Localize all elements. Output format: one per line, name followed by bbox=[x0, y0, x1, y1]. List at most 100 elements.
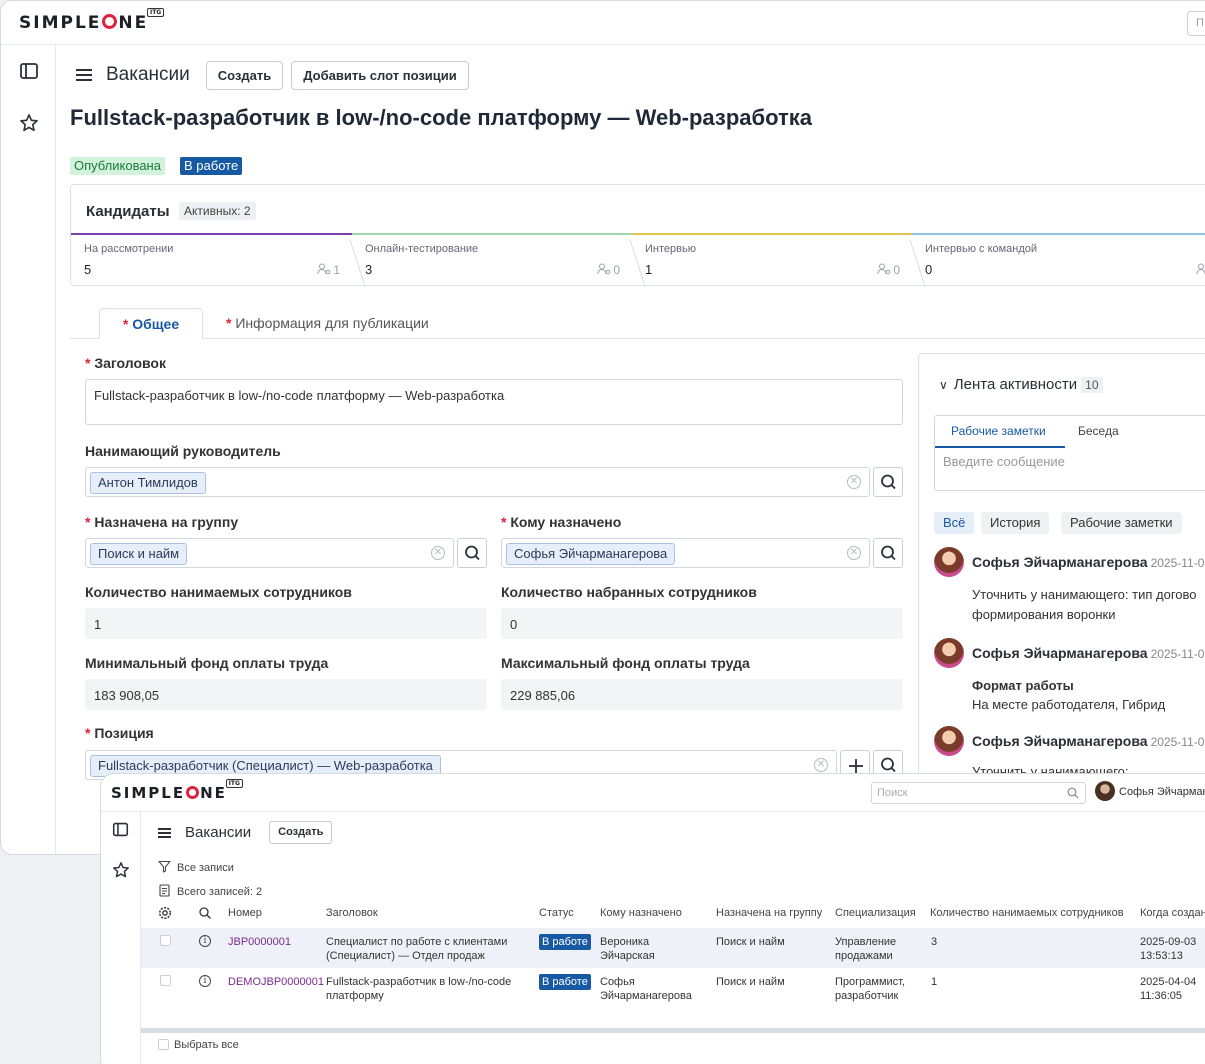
specialization: Программист, разработчик bbox=[835, 976, 906, 1002]
record-number-link[interactable]: JBP0000001 bbox=[228, 935, 291, 949]
stage-name: На рассмотрении bbox=[84, 243, 174, 255]
column-specialization[interactable]: Специализация bbox=[835, 907, 916, 919]
user-menu[interactable]: Софья Эйчарман bbox=[1095, 781, 1205, 801]
pipeline-stage[interactable]: Онлайн-тестирование 3 0 bbox=[352, 233, 646, 287]
record-title: Fullstack-разработчик в low-/no-code плат… bbox=[326, 976, 512, 1002]
avatar bbox=[1095, 781, 1115, 801]
menu-icon[interactable] bbox=[76, 69, 92, 81]
column-assignee[interactable]: Кому назначено bbox=[600, 907, 682, 919]
created-at: 2025-04-04 11:36:05 bbox=[1140, 976, 1197, 1002]
filter-history[interactable]: История bbox=[981, 512, 1050, 534]
title-field[interactable]: Fullstack-разработчик в low-/no-code пла… bbox=[85, 379, 903, 425]
assignee-search-button[interactable] bbox=[873, 538, 903, 568]
record-title: Fullstack-разработчик в low-/no-code пла… bbox=[70, 105, 813, 130]
stage-count: 1 bbox=[645, 262, 653, 277]
clear-icon[interactable]: ✕ bbox=[814, 758, 828, 772]
title-label: * Заголовок bbox=[85, 355, 166, 371]
feed-title[interactable]: ∨ Лента активности 10 bbox=[939, 376, 1103, 393]
pipeline-stage[interactable]: Интервью 1 0 bbox=[632, 233, 926, 287]
stage-name: Интервью с командой bbox=[925, 243, 1038, 255]
specialization: Управление продажами bbox=[835, 936, 897, 962]
message-composer[interactable]: Рабочие заметки Беседа Введите сообщение bbox=[934, 415, 1205, 491]
column-number[interactable]: Номер bbox=[228, 907, 262, 919]
simpleone-logo[interactable]: SIMPLE NE ITG bbox=[111, 779, 243, 802]
activity-feed: ∨ Лента активности 10 Рабочие заметки Бесе… bbox=[918, 353, 1205, 783]
tab-general[interactable]: * Общее bbox=[99, 308, 203, 339]
top-bar: SIMPLE NE ITG П bbox=[1, 1, 1205, 45]
message-input[interactable]: Введите сообщение bbox=[943, 454, 1065, 469]
hire-count-field: 1 bbox=[85, 608, 487, 639]
menu-icon[interactable] bbox=[158, 827, 171, 838]
create-button[interactable]: Создать bbox=[205, 60, 284, 90]
search-icon bbox=[881, 545, 896, 561]
column-title[interactable]: Заголовок bbox=[326, 907, 378, 919]
global-search-input[interactable]: П bbox=[1187, 11, 1205, 36]
table-row[interactable]: i DEMOJBP0000001 Fullstack-разработчик в l… bbox=[141, 968, 1205, 1008]
simpleone-logo[interactable]: SIMPLE NE ITG bbox=[19, 8, 165, 33]
filter-all[interactable]: Всё bbox=[934, 512, 975, 534]
filter-icon bbox=[158, 860, 171, 873]
group-search-button[interactable] bbox=[457, 538, 487, 568]
favorites-star-icon[interactable] bbox=[112, 861, 130, 879]
filter-all-records[interactable]: Все записи bbox=[158, 860, 234, 874]
status-badge-published: Опубликована bbox=[70, 157, 165, 175]
document-icon bbox=[159, 884, 170, 897]
select-all-checkbox[interactable] bbox=[158, 1039, 169, 1050]
sidebar-toggle-icon[interactable] bbox=[19, 61, 39, 81]
add-position-slot-button[interactable]: Добавить слот позиции bbox=[291, 60, 469, 90]
hiring-manager-count: 1 bbox=[317, 263, 340, 277]
search-icon bbox=[881, 474, 896, 490]
manager-chip[interactable]: Антон Тимлидов bbox=[90, 472, 206, 494]
tab-work-notes[interactable]: Рабочие заметки bbox=[951, 424, 1046, 438]
clear-icon[interactable]: ✕ bbox=[847, 546, 861, 560]
record-number-link[interactable]: DEMOJBP0000001 bbox=[228, 975, 324, 989]
settings-gear-icon[interactable] bbox=[158, 906, 172, 920]
favorites-star-icon[interactable] bbox=[19, 113, 39, 133]
pipeline-stage[interactable]: Интервью с командой 0 0 bbox=[912, 233, 1205, 285]
hire-count: 1 bbox=[931, 976, 938, 988]
left-rail bbox=[1, 45, 56, 854]
group-chip[interactable]: Поиск и найм bbox=[90, 543, 188, 565]
search-icon bbox=[465, 545, 480, 561]
info-icon[interactable]: i bbox=[199, 975, 211, 987]
manager-search-button[interactable] bbox=[873, 467, 903, 497]
row-checkbox[interactable] bbox=[160, 935, 171, 946]
clear-icon[interactable]: ✕ bbox=[847, 475, 861, 489]
clear-icon[interactable]: ✕ bbox=[431, 546, 445, 560]
column-hire-count[interactable]: Количество нанимаемых сотрудников bbox=[930, 907, 1124, 919]
tab-publication[interactable]: * Информация для публикации bbox=[226, 308, 429, 339]
assignee-chip[interactable]: Софья Эйчарманагерова bbox=[506, 543, 676, 565]
max-fund-label: Максимальный фонд оплаты труда bbox=[501, 655, 750, 671]
stage-count: 3 bbox=[365, 262, 373, 277]
group-field[interactable]: Поиск и найм ✕ bbox=[85, 538, 454, 568]
row-checkbox[interactable] bbox=[160, 975, 171, 986]
min-fund-field: 183 908,05 bbox=[85, 679, 487, 710]
column-group[interactable]: Назначена на группу bbox=[716, 907, 822, 919]
record-window: SIMPLE NE ITG П Вакансии Создать Добавить … bbox=[0, 0, 1205, 855]
person-icon bbox=[877, 263, 891, 275]
stage-count: 5 bbox=[84, 262, 92, 277]
select-all[interactable]: Выбрать все bbox=[158, 1039, 239, 1051]
manager-field[interactable]: Антон Тимлидов ✕ bbox=[85, 467, 870, 497]
column-status[interactable]: Статус bbox=[539, 907, 574, 919]
horizontal-scrollbar[interactable] bbox=[141, 1028, 1205, 1033]
group-label: * Назначена на группу bbox=[85, 514, 239, 530]
info-icon[interactable]: i bbox=[199, 935, 211, 947]
filter-work-notes[interactable]: Рабочие заметки bbox=[1061, 512, 1182, 534]
avatar bbox=[934, 726, 964, 756]
sidebar-toggle-icon[interactable] bbox=[112, 821, 129, 838]
column-created[interactable]: Когда создан bbox=[1140, 907, 1205, 919]
candidates-title: Кандидаты bbox=[86, 203, 170, 220]
pipeline-stage[interactable]: На рассмотрении 5 1 bbox=[71, 233, 366, 287]
hired-count-label: Количество набранных сотрудников bbox=[501, 584, 757, 600]
hire-count-label: Количество нанимаемых сотрудников bbox=[85, 584, 352, 600]
assignee-field[interactable]: Софья Эйчарманагерова ✕ bbox=[501, 538, 870, 568]
record-title: Специалист по работе с клиентами (Специал… bbox=[326, 936, 508, 962]
table-row[interactable]: i JBP0000001 Специалист по работе с клиент… bbox=[141, 928, 1205, 968]
create-button[interactable]: Создать bbox=[269, 821, 333, 844]
global-search-input[interactable]: Поиск bbox=[871, 782, 1086, 804]
candidates-panel: Кандидаты Активных: 2 На рассмотрении 5 1 О… bbox=[70, 184, 1205, 287]
column-search-icon[interactable] bbox=[198, 906, 212, 920]
tab-chat[interactable]: Беседа bbox=[1078, 424, 1119, 438]
avatar bbox=[934, 638, 964, 668]
